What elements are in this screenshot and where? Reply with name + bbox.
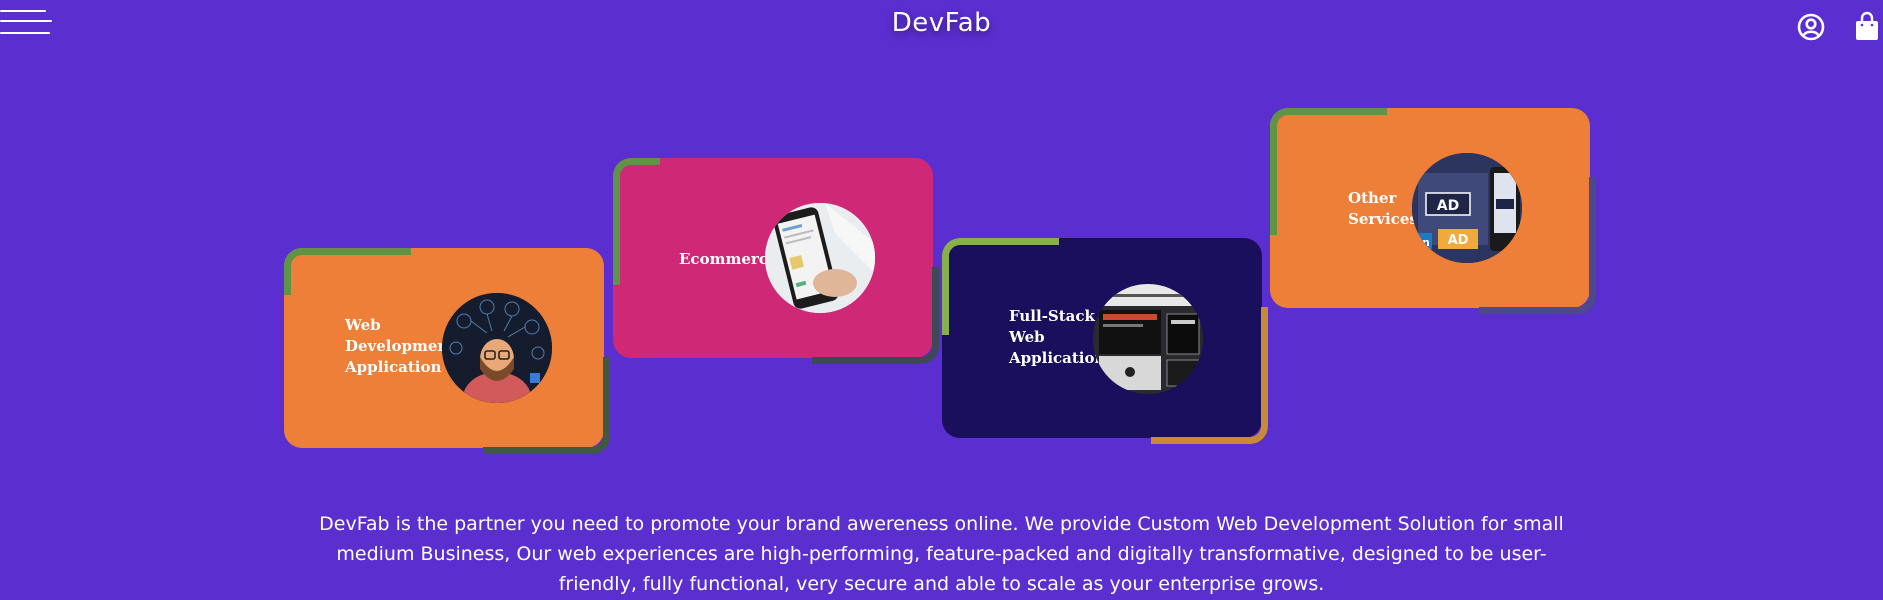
card-title: Other Services (1348, 189, 1418, 228)
service-card-full-stack[interactable]: Full-Stack Web Application (942, 238, 1268, 444)
developer-illustration-image (442, 293, 552, 403)
smartphone-image (765, 203, 875, 313)
shopping-bag-icon[interactable] (1855, 11, 1879, 41)
card-title: Ecommerce (679, 250, 778, 268)
svg-text:AD: AD (1437, 198, 1459, 214)
user-circle-icon[interactable] (1797, 13, 1825, 41)
online-ads-image: AD AD in (1412, 153, 1522, 263)
website-screens-image (1093, 284, 1203, 394)
brand-title[interactable]: DevFab (0, 8, 1883, 38)
card-corner-decoration (284, 248, 411, 295)
service-card-other-services[interactable]: Other Services AD AD in (1270, 108, 1596, 314)
service-card-ecommerce[interactable]: Ecommerce (613, 158, 939, 364)
svg-text:AD: AD (1448, 233, 1469, 248)
service-card-web-development[interactable]: Web Development Application (284, 248, 610, 454)
card-title: Web Development Application (345, 316, 456, 376)
card-title: Full-Stack Web Application (1009, 307, 1106, 367)
company-description: DevFab is the partner you need to promot… (319, 513, 1564, 595)
card-corner-decoration (613, 158, 660, 285)
